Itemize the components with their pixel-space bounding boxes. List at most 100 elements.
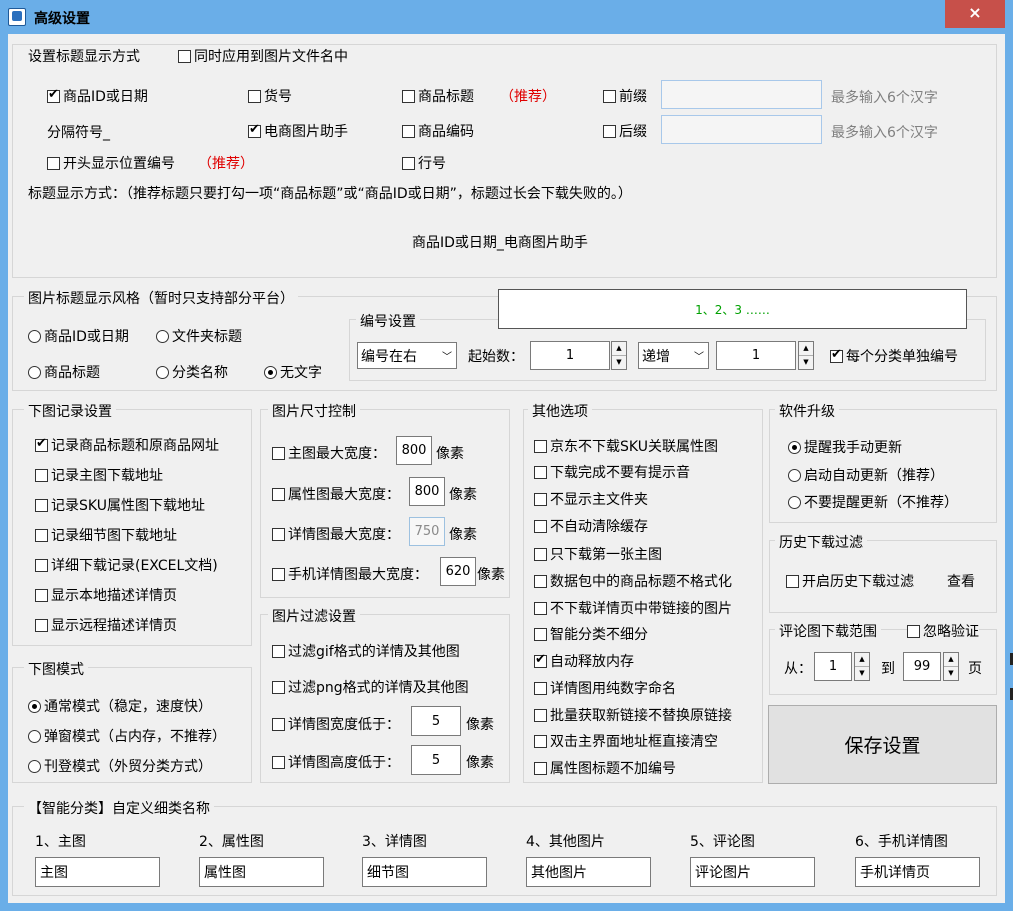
filter-height-checkbox[interactable]: 详情图高度低于： <box>272 752 400 772</box>
other-option[interactable]: 不自动清除缓存 <box>534 516 648 536</box>
checkbox-box[interactable] <box>534 439 547 453</box>
number-mode-select[interactable]: 递增 ﹀ <box>638 342 709 369</box>
checkbox-box[interactable] <box>786 574 799 588</box>
checkbox-box[interactable] <box>402 89 415 103</box>
other-option[interactable]: 详情图用纯数字命名 <box>534 678 676 698</box>
save-settings-button[interactable]: 保存设置 <box>768 705 997 784</box>
review-to-input[interactable]: 99 <box>903 652 941 681</box>
checkbox-box[interactable] <box>35 558 48 572</box>
spin-down-icon[interactable]: ▼ <box>612 356 626 370</box>
checkbox-box[interactable] <box>248 122 261 138</box>
checkbox-box[interactable] <box>35 588 48 602</box>
checkbox-box[interactable] <box>272 487 285 501</box>
number-position-select[interactable]: 编号在右 ﹀ <box>357 342 457 369</box>
checkbox-box[interactable] <box>534 574 547 588</box>
spin-up-icon[interactable]: ▲ <box>612 342 626 356</box>
apply-filename-checkbox[interactable]: 同时应用到图片文件名中 <box>178 46 351 66</box>
filter-height-input[interactable]: 5 <box>411 745 461 775</box>
radio-circle[interactable] <box>788 495 801 509</box>
style-option-folder-title[interactable]: 文件夹标题 <box>156 326 242 346</box>
spin-down-icon[interactable]: ▼ <box>799 356 813 370</box>
record-item[interactable]: 记录细节图下载地址 <box>35 525 177 545</box>
style-option-no-text[interactable]: 无文字 <box>264 362 322 382</box>
checkbox-box[interactable] <box>35 468 48 482</box>
checkbox-box[interactable] <box>402 124 415 138</box>
record-item[interactable]: 显示远程描述详情页 <box>35 615 177 635</box>
prefix-input[interactable] <box>661 80 822 109</box>
history-view-link[interactable]: 查看 <box>947 571 975 591</box>
ignore-verify-checkbox[interactable]: 忽略验证 <box>907 621 979 641</box>
filter-width-checkbox[interactable]: 详情图宽度低于： <box>272 714 400 734</box>
ecommerce-helper-checkbox[interactable]: 电商图片助手 <box>248 121 348 141</box>
checkbox-box[interactable] <box>534 734 547 748</box>
checkbox-box[interactable] <box>534 761 547 775</box>
checkbox-box[interactable] <box>402 156 415 170</box>
record-item[interactable]: 记录SKU属性图下载地址 <box>35 495 205 515</box>
other-option[interactable]: 数据包中的商品标题不格式化 <box>534 571 732 591</box>
download-mode-popup[interactable]: 弹窗模式（占内存，不推荐） <box>28 726 226 746</box>
checkbox-box[interactable] <box>47 156 60 170</box>
upgrade-option-manual[interactable]: 提醒我手动更新 <box>788 437 902 457</box>
checkbox-box[interactable] <box>534 547 547 561</box>
custom-category-input[interactable]: 属性图 <box>199 857 324 887</box>
radio-circle[interactable] <box>28 729 41 743</box>
show-position-no-checkbox[interactable]: 开头显示位置编号 <box>47 153 175 173</box>
attr-max-width-checkbox[interactable]: 属性图最大宽度： <box>272 484 400 504</box>
record-item[interactable]: 详细下载记录(EXCEL文档) <box>35 555 218 575</box>
checkbox-box[interactable] <box>907 624 920 638</box>
spin-up-icon[interactable]: ▲ <box>799 342 813 356</box>
spin-down-icon[interactable]: ▼ <box>855 667 869 681</box>
product-id-date-checkbox[interactable]: 商品ID或日期 <box>47 86 148 106</box>
product-code-checkbox[interactable]: 商品编码 <box>402 121 474 141</box>
review-to-spinner[interactable]: ▲ ▼ <box>943 652 959 681</box>
product-title-checkbox[interactable]: 商品标题 <box>402 86 474 106</box>
checkbox-box[interactable] <box>272 680 285 694</box>
other-option[interactable]: 双击主界面地址框直接清空 <box>534 731 718 751</box>
checkbox-box[interactable] <box>534 627 547 641</box>
mobile-max-width-input[interactable]: 620 <box>440 557 476 586</box>
checkbox-box[interactable] <box>603 124 616 138</box>
radio-circle[interactable] <box>788 468 801 482</box>
detail-max-width-input[interactable]: 750 <box>409 517 445 546</box>
checkbox-box[interactable] <box>534 519 547 533</box>
suffix-checkbox[interactable]: 后缀 <box>603 121 647 141</box>
style-option-product-title[interactable]: 商品标题 <box>28 362 100 382</box>
checkbox-box[interactable] <box>830 347 843 363</box>
main-max-width-checkbox[interactable]: 主图最大宽度： <box>272 443 386 463</box>
checkbox-box[interactable] <box>603 89 616 103</box>
checkbox-box[interactable] <box>178 49 191 63</box>
record-item[interactable]: 显示本地描述详情页 <box>35 585 177 605</box>
download-mode-normal[interactable]: 通常模式（稳定，速度快） <box>28 696 212 716</box>
checkbox-box[interactable] <box>534 652 547 668</box>
step-number-spinner[interactable]: ▲ ▼ <box>798 341 814 370</box>
item-no-checkbox[interactable]: 货号 <box>248 86 292 106</box>
custom-category-input[interactable]: 其他图片 <box>526 857 651 887</box>
custom-category-input[interactable]: 主图 <box>35 857 160 887</box>
other-option[interactable]: 批量获取新链接不替换原链接 <box>534 705 732 725</box>
checkbox-box[interactable] <box>272 446 285 460</box>
upgrade-option-never[interactable]: 不要提醒更新（不推荐） <box>788 492 958 512</box>
history-filter-checkbox[interactable]: 开启历史下载过滤 <box>786 571 914 591</box>
other-option[interactable]: 只下载第一张主图 <box>534 544 662 564</box>
style-option-category-name[interactable]: 分类名称 <box>156 362 228 382</box>
attr-max-width-input[interactable]: 800 <box>409 477 445 506</box>
prefix-checkbox[interactable]: 前缀 <box>603 86 647 106</box>
filter-png-checkbox[interactable]: 过滤png格式的详情及其他图 <box>272 677 469 697</box>
style-option-product-id[interactable]: 商品ID或日期 <box>28 326 129 346</box>
checkbox-box[interactable] <box>272 567 285 581</box>
other-option[interactable]: 不显示主文件夹 <box>534 489 648 509</box>
other-option[interactable]: 京东不下载SKU关联属性图 <box>534 436 718 456</box>
custom-category-input[interactable]: 细节图 <box>362 857 487 887</box>
line-no-checkbox[interactable]: 行号 <box>402 153 446 173</box>
other-option[interactable]: 不下载详情页中带链接的图片 <box>534 598 732 618</box>
main-max-width-input[interactable]: 800 <box>396 436 432 465</box>
checkbox-box[interactable] <box>35 436 48 452</box>
custom-category-input[interactable]: 评论图片 <box>690 857 815 887</box>
radio-circle[interactable] <box>28 329 41 343</box>
radio-circle[interactable] <box>28 699 41 713</box>
review-from-spinner[interactable]: ▲ ▼ <box>854 652 870 681</box>
detail-max-width-checkbox[interactable]: 详情图最大宽度： <box>272 524 400 544</box>
checkbox-box[interactable] <box>35 498 48 512</box>
checkbox-box[interactable] <box>272 644 285 658</box>
radio-circle[interactable] <box>28 759 41 773</box>
